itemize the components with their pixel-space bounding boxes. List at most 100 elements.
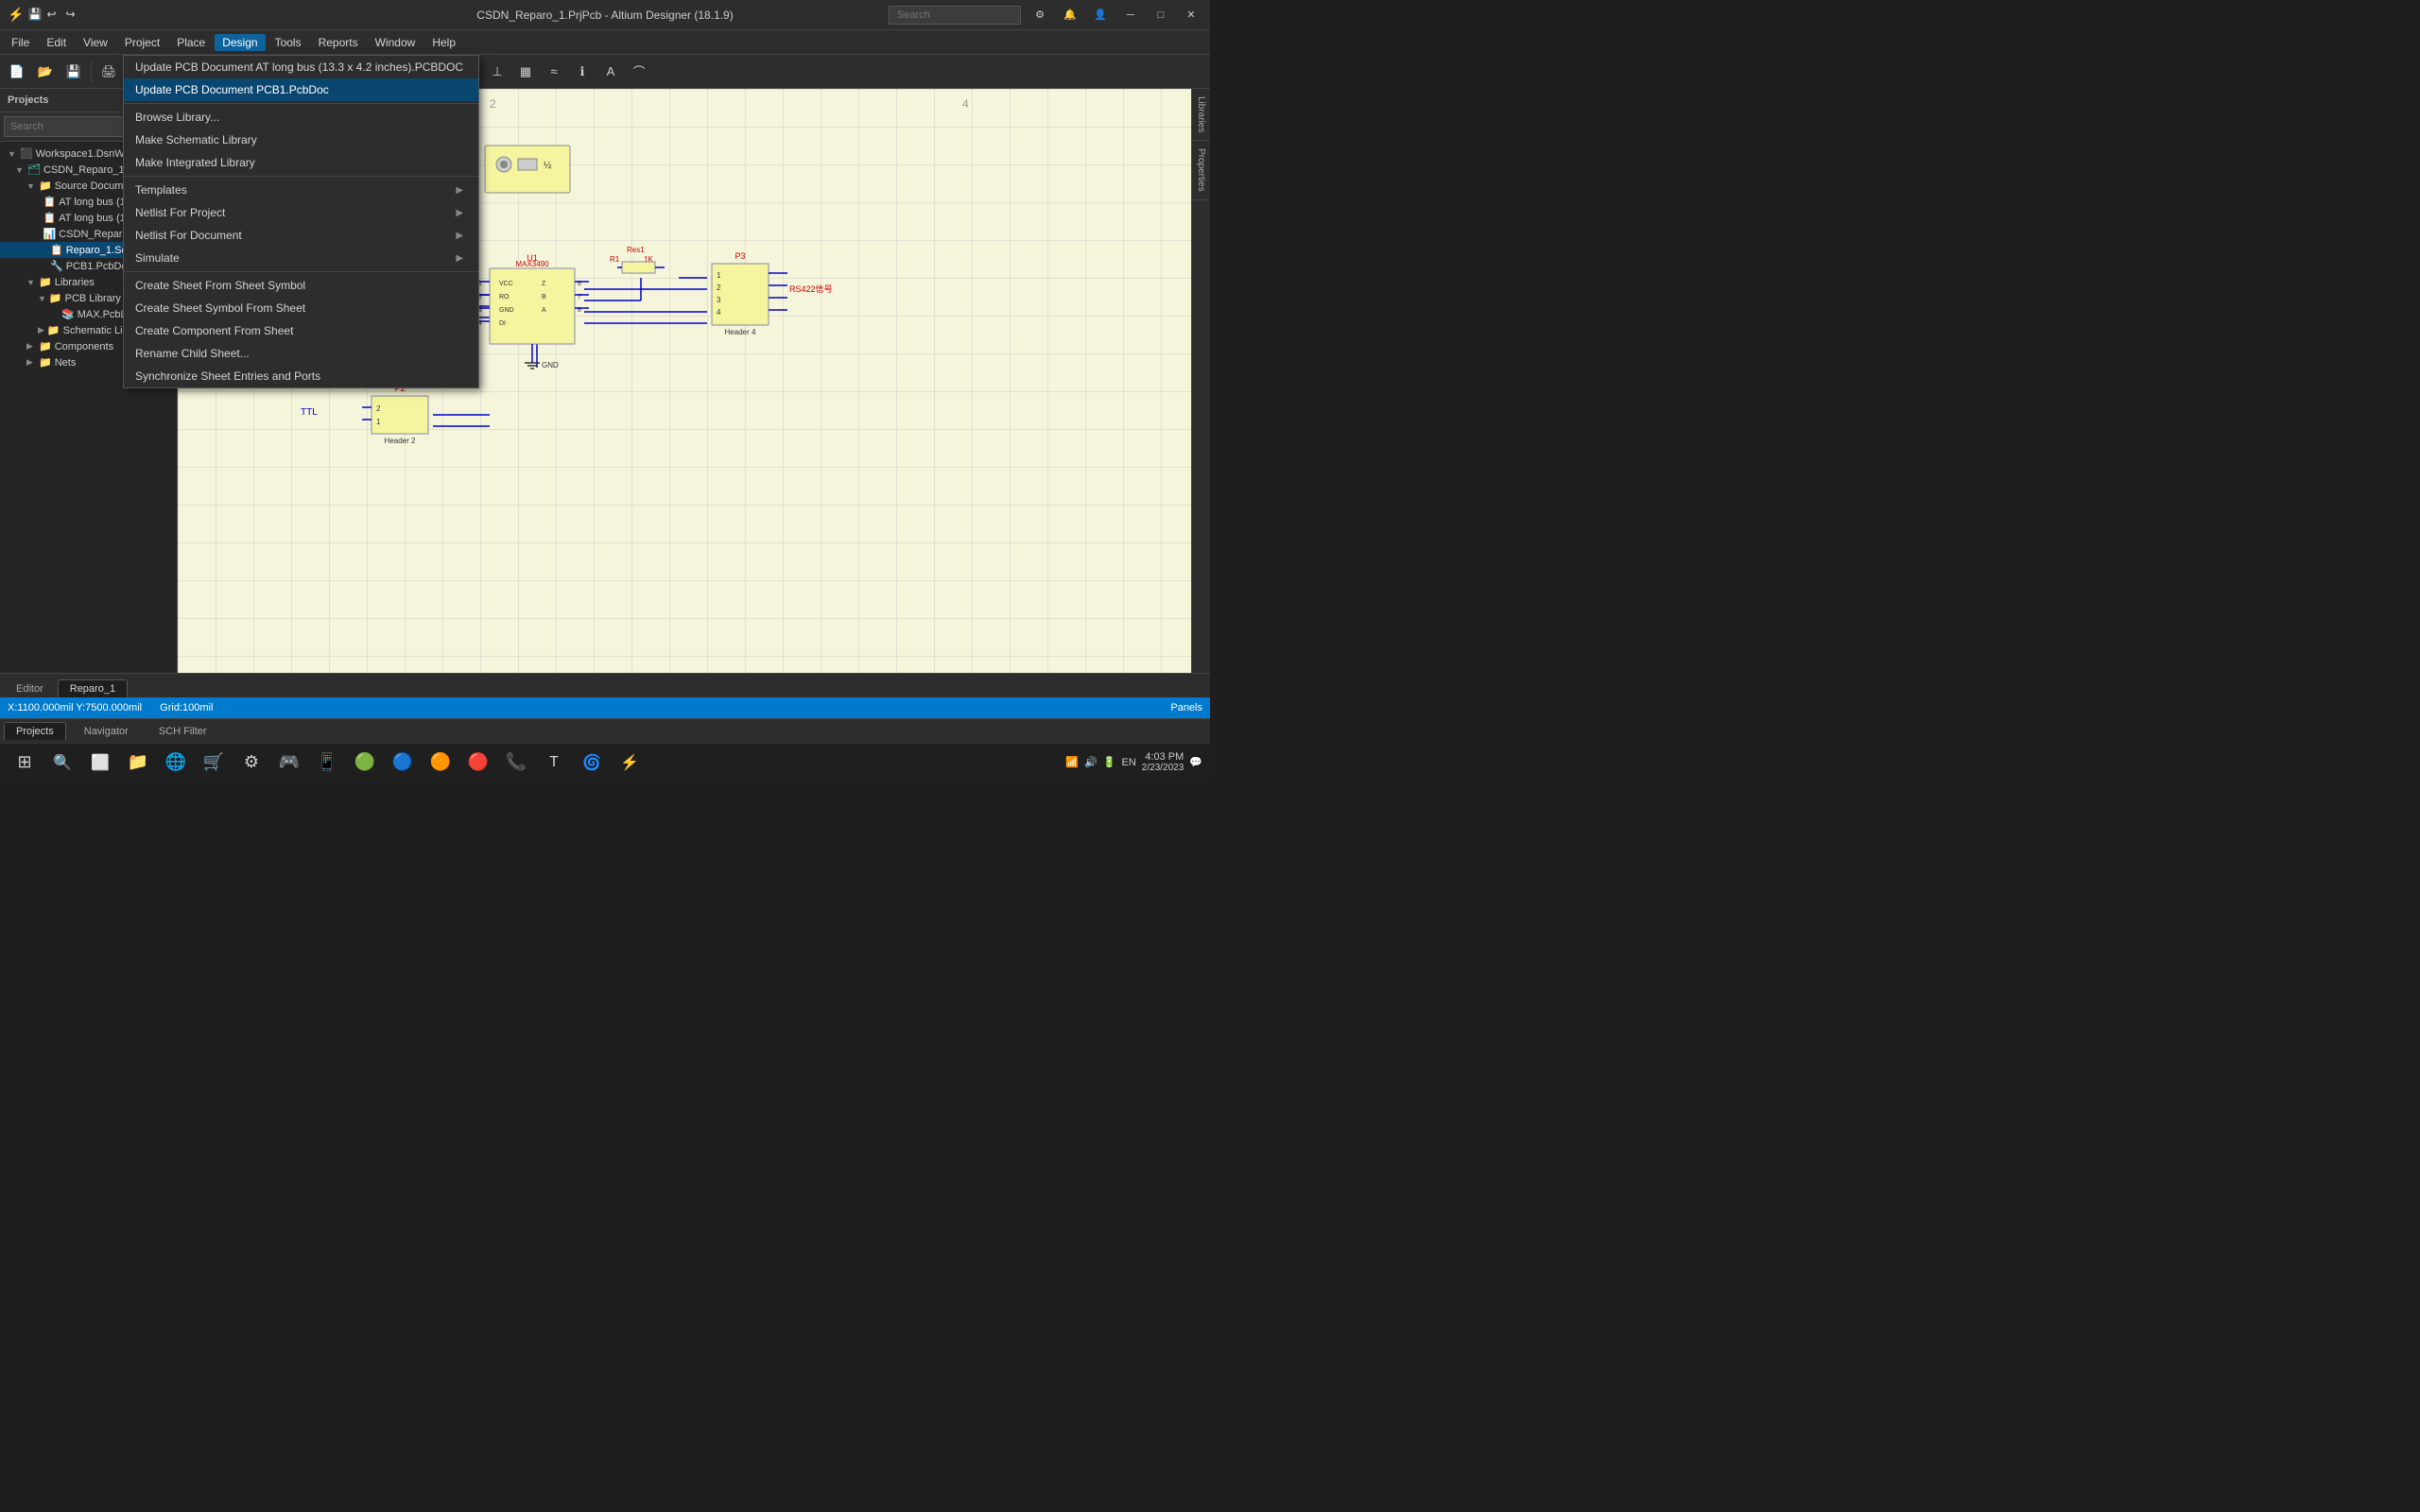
save-button[interactable]: 💾	[60, 59, 87, 85]
menu-create-symbol-from-sheet[interactable]: Create Sheet Symbol From Sheet	[124, 297, 478, 319]
taskbar-search[interactable]: 🔍	[45, 746, 79, 780]
net-button[interactable]: ≈	[541, 59, 567, 85]
maximize-button[interactable]: □	[1150, 6, 1172, 25]
component-p2: P2 Header 2 2 1	[362, 384, 428, 445]
sch-filter-tab[interactable]: SCH Filter	[147, 722, 219, 740]
clock: 4:03 PM 2/23/2023	[1142, 751, 1184, 773]
right-panel: Libraries Properties	[1191, 89, 1210, 673]
network-icon: 📶	[1065, 756, 1079, 768]
close-button[interactable]: ✕	[1180, 6, 1202, 25]
svg-text:DI: DI	[499, 320, 506, 327]
notification-icon[interactable]: 💬	[1189, 756, 1202, 768]
expand-icon-at2	[38, 214, 41, 223]
text-button[interactable]: A	[597, 59, 624, 85]
panels-button[interactable]: Panels	[1170, 702, 1202, 713]
component-p3: P3 Header 4 1 2 3 4 RS422信号	[712, 251, 833, 336]
taskbar-explorer[interactable]: 📁	[121, 746, 155, 780]
task-view[interactable]: ⬜	[83, 746, 117, 780]
menu-help[interactable]: Help	[424, 34, 463, 51]
expand-icon-pcblib: ▼	[38, 294, 46, 303]
svg-text:2: 2	[490, 97, 496, 111]
menu-tools[interactable]: Tools	[268, 34, 309, 51]
menu-rename-child-sheet[interactable]: Rename Child Sheet...	[124, 342, 478, 365]
svg-text:GND: GND	[499, 307, 514, 314]
simulate-arrow: ▶	[456, 253, 463, 264]
expand-icon-maxpcb	[49, 310, 59, 319]
taskbar-extra2[interactable]: 🔵	[386, 746, 420, 780]
navigator-tab[interactable]: Navigator	[72, 722, 141, 740]
title-bar: ⚡ 💾 ↩ ↪ CSDN_Reparo_1.PrjPcb - Altium De…	[0, 0, 1210, 30]
menu-edit[interactable]: Edit	[39, 34, 74, 51]
libraries-tab[interactable]: Libraries	[1193, 89, 1209, 141]
component-button[interactable]: ▦	[512, 59, 539, 85]
netlist-project-arrow: ▶	[456, 208, 463, 218]
menu-reports[interactable]: Reports	[311, 34, 366, 51]
menu-simulate[interactable]: Simulate ▶	[124, 247, 478, 269]
taskbar-extra7[interactable]: 🌀	[575, 746, 609, 780]
svg-text:Z: Z	[542, 281, 546, 287]
align-button4[interactable]: ⊥	[484, 59, 510, 85]
taskbar-apps[interactable]: 📱	[310, 746, 344, 780]
quick-save-icon[interactable]: 💾	[27, 8, 43, 23]
taskbar-extra4[interactable]: 🔴	[461, 746, 495, 780]
open-button[interactable]: 📂	[32, 59, 59, 85]
menu-browse-library[interactable]: Browse Library...	[124, 106, 478, 129]
status-left: X:1100.000mil Y:7500.000mil Grid:100mil	[8, 702, 213, 713]
minimize-button[interactable]: ─	[1119, 6, 1142, 25]
properties-tab[interactable]: Properties	[1193, 141, 1209, 200]
taskbar-xbox[interactable]: 🎮	[272, 746, 306, 780]
menu-window[interactable]: Window	[368, 34, 424, 51]
expand-icon-pcb	[38, 262, 47, 271]
print-button[interactable]: 🖨	[95, 59, 122, 85]
prj-icon: 🗂	[27, 163, 41, 176]
taskbar-extra8[interactable]: ⚡	[613, 746, 647, 780]
menu-make-integrated-library[interactable]: Make Integrated Library	[124, 151, 478, 174]
undo-icon[interactable]: ↩	[46, 8, 61, 23]
editor-tab-bar: Editor Reparo_1	[0, 673, 1210, 697]
menu-view[interactable]: View	[76, 34, 115, 51]
svg-text:GND: GND	[542, 361, 559, 369]
sch-icon-at1: 📋	[43, 196, 57, 208]
menu-place[interactable]: Place	[169, 34, 213, 51]
svg-text:B: B	[542, 294, 546, 301]
menu-create-sheet-from-symbol[interactable]: Create Sheet From Sheet Symbol	[124, 274, 478, 297]
new-button[interactable]: 📄	[4, 59, 30, 85]
folder-icon-src: 📁	[39, 180, 52, 192]
menu-create-component-from-sheet[interactable]: Create Component From Sheet	[124, 319, 478, 342]
notify-button[interactable]: 🔔	[1059, 6, 1081, 25]
menu-file[interactable]: File	[4, 34, 37, 51]
taskbar-edge[interactable]: 🌐	[159, 746, 193, 780]
settings-button[interactable]: ⚙	[1028, 6, 1051, 25]
taskbar-extra5[interactable]: 📞	[499, 746, 533, 780]
menu-sync-sheet-entries[interactable]: Synchronize Sheet Entries and Ports	[124, 365, 478, 387]
reparo-tab[interactable]: Reparo_1	[58, 679, 128, 697]
expand-icon-src: ▼	[26, 181, 36, 191]
windows-button[interactable]: ⊞	[8, 746, 42, 780]
tree-libraries-label: Libraries	[55, 277, 95, 288]
menu-project[interactable]: Project	[117, 34, 167, 51]
title-search-input[interactable]	[889, 6, 1021, 25]
taskbar-extra6[interactable]: T	[537, 746, 571, 780]
taskbar-extra1[interactable]: 🟢	[348, 746, 382, 780]
menu-design[interactable]: Design	[215, 34, 265, 51]
taskbar-extra3[interactable]: 🟠	[424, 746, 458, 780]
taskbar-store[interactable]: 🛒	[197, 746, 231, 780]
folder-icon-pcblib: 📁	[49, 292, 62, 304]
volume-icon: 🔊	[1084, 756, 1098, 768]
info-button[interactable]: ℹ	[569, 59, 596, 85]
projects-tab[interactable]: Projects	[4, 722, 66, 740]
menu-netlist-document[interactable]: Netlist For Document ▶	[124, 224, 478, 247]
menu-netlist-project[interactable]: Netlist For Project ▶	[124, 201, 478, 224]
arc-button[interactable]: ⌒	[626, 59, 652, 85]
redo-icon[interactable]: ↪	[65, 8, 80, 23]
templates-arrow: ▶	[456, 185, 463, 196]
taskbar-settings[interactable]: ⚙	[234, 746, 268, 780]
menu-update-pcb1[interactable]: Update PCB Document PCB1.PcbDoc	[124, 78, 478, 101]
menu-update-pcb-at[interactable]: Update PCB Document AT long bus (13.3 x …	[124, 56, 478, 78]
menu-templates[interactable]: Templates ▶	[124, 179, 478, 201]
menu-make-sch-library[interactable]: Make Schematic Library	[124, 129, 478, 151]
editor-tab[interactable]: Editor	[4, 679, 56, 697]
user-button[interactable]: 👤	[1089, 6, 1112, 25]
lib-icon-max: 📚	[61, 308, 75, 320]
expand-icon-nets: ▶	[26, 357, 36, 368]
